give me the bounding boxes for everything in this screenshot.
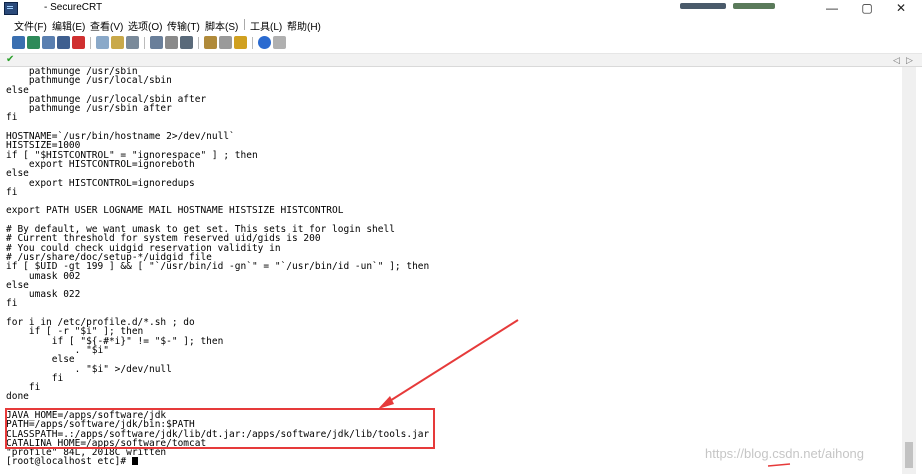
annotation-scribble [767,463,791,467]
annotation-arrow-shaft [384,319,519,405]
watermark: https://blog.csdn.net/aihong [705,446,865,461]
annotation-arrow [378,319,791,467]
annotation-arrow-head [378,396,394,409]
